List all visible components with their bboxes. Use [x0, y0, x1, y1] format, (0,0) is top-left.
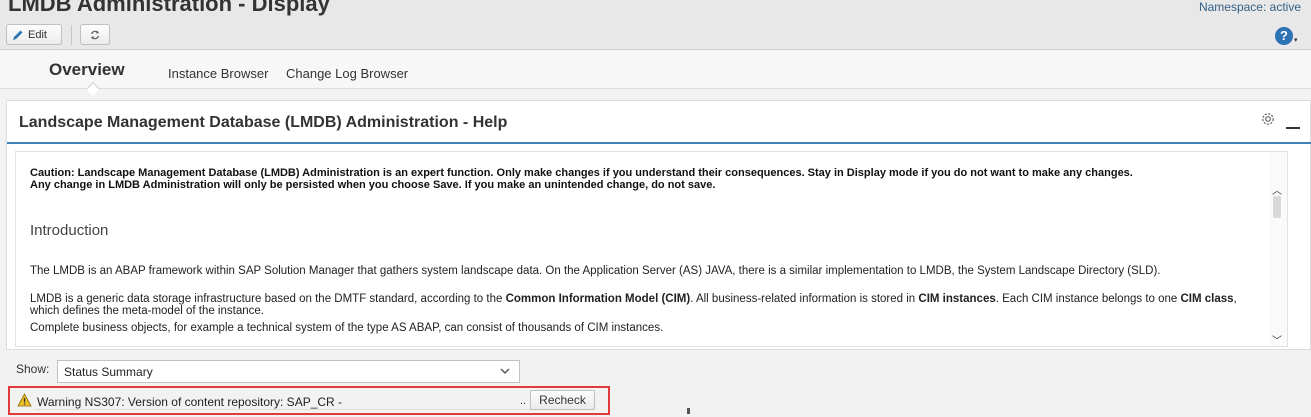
- gear-icon[interactable]: [1260, 111, 1276, 127]
- refresh-button[interactable]: [80, 24, 110, 45]
- tab-overview[interactable]: Overview: [49, 60, 125, 80]
- show-dropdown-value: Status Summary: [64, 365, 153, 379]
- minimize-icon[interactable]: [1286, 127, 1300, 129]
- help-menu-button[interactable]: ? ▾: [1275, 25, 1301, 46]
- page-title: LMDB Administration - Display: [8, 0, 330, 16]
- scroll-up-icon[interactable]: ︿: [1272, 182, 1282, 197]
- panel-title-underline: [7, 142, 1311, 144]
- chevron-down-icon: [500, 368, 510, 375]
- cursor-mark: [687, 408, 690, 414]
- vertical-scrollbar[interactable]: ︿ ﹀: [1269, 152, 1287, 346]
- show-label: Show:: [16, 362, 50, 376]
- paragraph-business-objects: Complete business objects, for example a…: [30, 322, 664, 334]
- warning-icon: [17, 393, 32, 407]
- toolbar-separator: [71, 25, 72, 45]
- paragraph-cim: LMDB is a generic data storage infrastru…: [30, 293, 1237, 317]
- warning-text: Warning NS307: Version of content reposi…: [37, 395, 343, 409]
- introduction-heading: Introduction: [30, 222, 109, 239]
- caution-line-1: Caution: Landscape Management Database (…: [30, 167, 1133, 179]
- help-text-area: Caution: Landscape Management Database (…: [15, 151, 1288, 347]
- edit-button[interactable]: Edit: [6, 24, 62, 45]
- warning-more-indicator: ..: [520, 395, 527, 407]
- scrollbar-thumb[interactable]: [1273, 196, 1281, 218]
- caution-text: Caution: Landscape Management Database (…: [30, 167, 1260, 191]
- recheck-button[interactable]: Recheck: [530, 390, 595, 410]
- tab-bar: Overview Instance Browser Change Log Bro…: [0, 51, 1311, 97]
- tab-change-log-browser[interactable]: Change Log Browser: [286, 66, 408, 81]
- caution-line-2: Any change in LMDB Administration will o…: [30, 179, 716, 191]
- tab-instance-browser[interactable]: Instance Browser: [168, 66, 268, 81]
- paragraph-lmdb-framework: The LMDB is an ABAP framework within SAP…: [30, 265, 1161, 277]
- help-panel: Landscape Management Database (LMDB) Adm…: [6, 100, 1311, 350]
- namespace-status: Namespace: active: [1198, 0, 1301, 14]
- refresh-icon: [90, 30, 100, 39]
- caret-down-icon: ▾: [1294, 37, 1298, 44]
- show-dropdown[interactable]: Status Summary: [57, 360, 520, 383]
- scroll-down-icon[interactable]: ﹀: [1272, 332, 1282, 346]
- page-header: LMDB Administration - Display Namespace:…: [0, 0, 1311, 50]
- warning-status-bar: Warning NS307: Version of content reposi…: [8, 386, 610, 415]
- panel-title: Landscape Management Database (LMDB) Adm…: [19, 114, 508, 131]
- selected-tab-indicator: [85, 81, 101, 97]
- help-icon: ?: [1275, 26, 1293, 45]
- pencil-icon: [13, 30, 23, 40]
- edit-button-label: Edit: [28, 28, 47, 41]
